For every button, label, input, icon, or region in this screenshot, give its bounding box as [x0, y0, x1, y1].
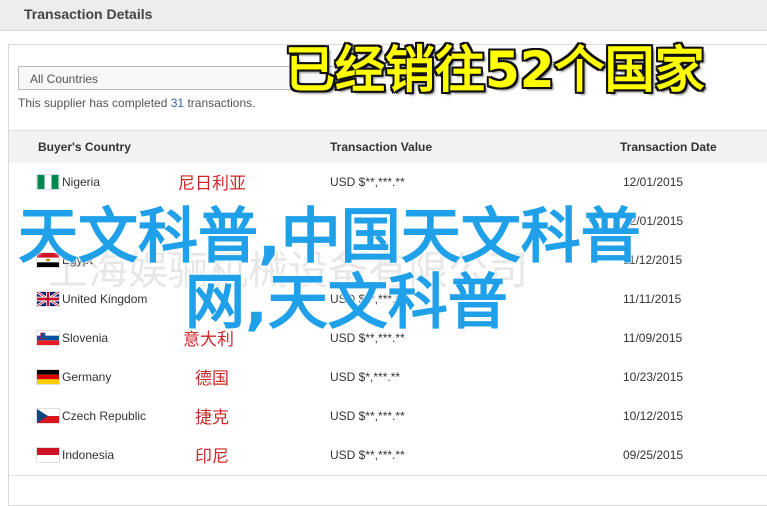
table-row: Germany USD $*,***.** 10/23/2015 — [9, 358, 767, 398]
row-country: Germany — [62, 370, 112, 384]
row-value: USD $**,***.** — [330, 409, 405, 423]
row-country: Nigeria — [62, 175, 101, 189]
transaction-summary: This supplier has completed 31 transacti… — [18, 96, 255, 110]
row-date: 10/12/2015 — [623, 409, 684, 423]
table-header: Buyer's Country Transaction Value Transa… — [9, 130, 767, 165]
table-row: Czech Republic USD $**,***.** 10/12/2015 — [9, 397, 767, 437]
cn-label-indonesia: 印尼 — [195, 447, 229, 467]
column-header-date[interactable]: Transaction Date — [620, 140, 717, 154]
row-date: 12/01/2015 — [623, 175, 684, 189]
column-header-country[interactable]: Buyer's Country — [38, 140, 131, 154]
page-title: Transaction Details — [24, 6, 153, 22]
germany-flag-icon — [37, 370, 59, 384]
indonesia-flag-icon — [37, 448, 59, 462]
nigeria-flag-icon — [37, 175, 59, 189]
transaction-count: 31 — [170, 96, 185, 110]
country-filter-value: All Countries — [30, 72, 99, 86]
table-row: Indonesia USD $**,***.** 09/25/2015 — [9, 436, 767, 476]
summary-suffix: transactions. — [184, 96, 256, 110]
row-value: USD $**,***.** — [330, 175, 405, 189]
row-country: Czech Republic — [62, 409, 147, 423]
summary-prefix: This supplier has completed — [18, 96, 171, 110]
row-date: 11/11/2015 — [623, 292, 682, 306]
czech-flag-icon — [37, 409, 59, 423]
row-date: 09/25/2015 — [623, 448, 684, 462]
overlay-text-line-2: 网,天文科普 — [185, 268, 508, 338]
promo-banner: 已经销往52个国家 — [285, 41, 705, 99]
slovenia-flag-icon — [37, 331, 59, 345]
row-date: 10/23/2015 — [623, 370, 684, 384]
row-country: Slovenia — [62, 331, 109, 345]
row-date: 11/09/2015 — [623, 331, 683, 345]
row-country: Indonesia — [62, 448, 115, 462]
row-value: USD $*,***.** — [330, 370, 401, 384]
column-header-value[interactable]: Transaction Value — [330, 140, 432, 154]
cn-label-czech: 捷克 — [195, 408, 229, 428]
row-value: USD $**,***.** — [330, 448, 405, 462]
title-bar: Transaction Details — [0, 0, 767, 31]
cn-label-germany: 德国 — [195, 369, 229, 389]
